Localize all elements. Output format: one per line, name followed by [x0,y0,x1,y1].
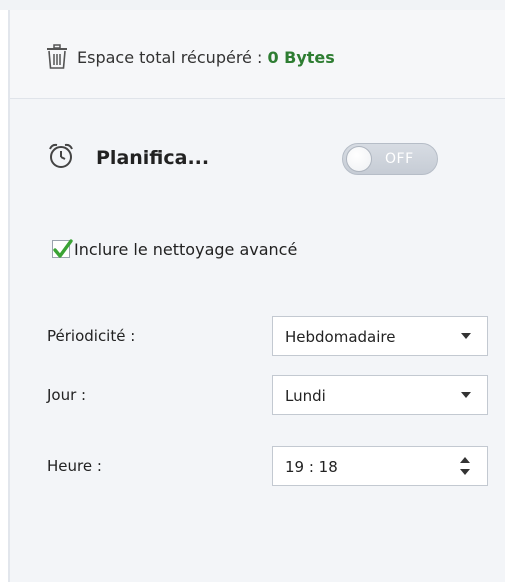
settings-panel: Espace total récupéré : 0 Bytes Planific… [8,10,505,582]
time-spinner[interactable]: 19 : 18 [272,446,488,486]
schedule-title: Planifica... [96,147,210,169]
time-value: 19 : 18 [285,458,338,476]
recovered-space-row: Espace total récupéré : 0 Bytes [10,10,505,99]
spin-down-icon[interactable] [460,469,470,475]
scheduler-window: Espace total récupéré : 0 Bytes Planific… [0,0,505,582]
recovered-space-text: Espace total récupéré : 0 Bytes [77,48,335,68]
time-label: Heure : [47,457,102,475]
day-select[interactable]: Lundi [272,375,488,415]
advanced-cleaning-checkbox[interactable] [52,239,73,258]
toggle-knob [346,146,372,172]
recovered-space-value: 0 Bytes [267,48,335,67]
day-value: Lundi [285,387,326,405]
trash-icon [46,44,68,70]
checkmark-icon [53,239,73,258]
periodicity-value: Hebdomadaire [285,328,396,346]
spin-up-icon[interactable] [460,457,470,463]
alarm-clock-icon [47,142,75,170]
chevron-down-icon [461,392,471,398]
chevron-down-icon [461,333,471,339]
toggle-label: OFF [385,151,414,167]
recovered-space-label: Espace total récupéré : [77,48,268,67]
advanced-cleaning-label[interactable]: Inclure le nettoyage avancé [74,240,297,260]
day-label: Jour : [47,386,87,404]
periodicity-label: Périodicité : [47,327,136,345]
top-strip [0,0,505,10]
schedule-toggle[interactable]: OFF [342,143,438,175]
periodicity-select[interactable]: Hebdomadaire [272,316,488,356]
